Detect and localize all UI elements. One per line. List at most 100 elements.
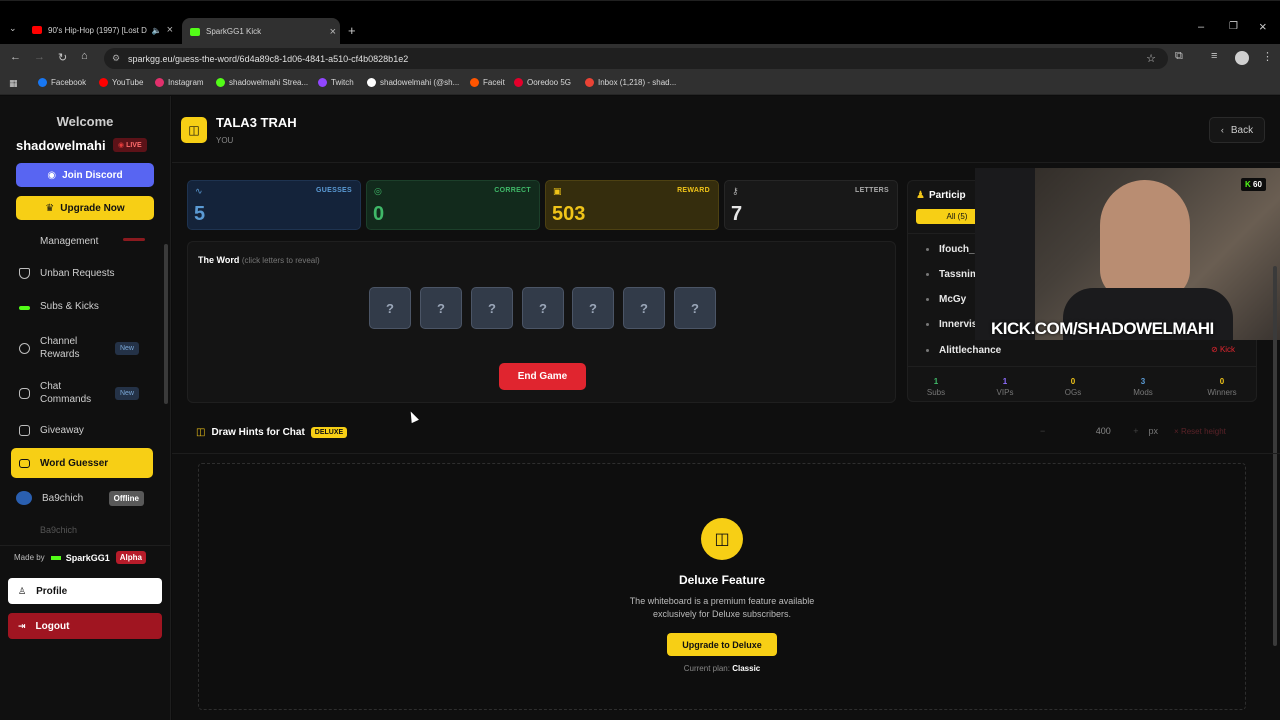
- kick-icon: K: [1245, 180, 1253, 189]
- bookmark-ooredoo[interactable]: Ooredoo 5G: [514, 78, 571, 87]
- sidebar-item-ba9chich-2[interactable]: Ba9chich: [40, 525, 77, 535]
- summary-count: 3: [1140, 377, 1146, 386]
- participant-item[interactable]: McGy: [926, 294, 966, 305]
- participant-item[interactable]: Tassnim: [926, 269, 979, 280]
- stat-correct: ◎ CORRECT 0: [366, 180, 540, 230]
- letter-tile[interactable]: ?: [674, 287, 716, 329]
- upgrade-now-label: Upgrade Now: [60, 202, 125, 214]
- new-badge: New: [114, 386, 139, 400]
- address-bar: ← → ↻ ⌂ ⚙ sparkgg.eu/guess-the-word/6d4a…: [0, 44, 1280, 73]
- bookmark-star-icon[interactable]: ☆: [1146, 52, 1156, 65]
- height-input[interactable]: 400: [1073, 426, 1133, 436]
- extensions-icon[interactable]: ⧉: [1175, 50, 1183, 63]
- sidebar-item-label: Giveaway: [40, 425, 84, 436]
- media-icon[interactable]: ≡: [1211, 50, 1217, 62]
- participant-item[interactable]: Alittlechance: [926, 345, 1001, 356]
- participant-item[interactable]: Ifouch_: [926, 244, 975, 255]
- close-tab-icon[interactable]: ×: [330, 26, 336, 38]
- tab-sparkgg[interactable]: SparkGG1 Kick ×: [182, 18, 340, 45]
- sidebar-scrollbar[interactable]: [164, 244, 168, 404]
- url-field[interactable]: ⚙ sparkgg.eu/guess-the-word/6d4a89c8-1d0…: [104, 48, 1168, 69]
- sidebar-item-unban-requests[interactable]: Unban Requests: [19, 268, 153, 279]
- sidebar-item-management[interactable]: Management: [19, 236, 153, 247]
- upgrade-now-button[interactable]: ♛ Upgrade Now: [16, 196, 154, 220]
- gamepad-icon: [19, 458, 30, 468]
- bookmark-youtube[interactable]: YouTube: [99, 78, 143, 87]
- stat-value: 5: [194, 203, 206, 225]
- ban-icon: ⊘: [1211, 345, 1220, 354]
- logout-button[interactable]: ⇥ Logout: [8, 613, 162, 639]
- maximize-icon[interactable]: ❐: [1229, 21, 1238, 32]
- command-icon: [19, 387, 30, 399]
- close-tab-icon[interactable]: ×: [167, 24, 173, 36]
- webcam-person: [1100, 180, 1190, 300]
- activity-icon: ∿: [195, 186, 203, 196]
- join-discord-button[interactable]: ◉ Join Discord: [16, 163, 154, 187]
- profile-button[interactable]: ♙ Profile: [8, 578, 162, 604]
- back-button[interactable]: ‹ Back: [1209, 117, 1265, 143]
- reset-label: Reset height: [1180, 426, 1226, 436]
- letter-tile[interactable]: ?: [471, 287, 513, 329]
- sidebar-item-ba9chich[interactable]: Ba9chich Offline: [16, 490, 144, 506]
- stat-label: CORRECT: [494, 187, 531, 194]
- sidebar-item-chat-commands[interactable]: Chat Commands New: [19, 380, 147, 406]
- author-name[interactable]: SparkGG1: [66, 553, 110, 563]
- kick-participant-button[interactable]: ⊘ Kick: [1211, 345, 1235, 354]
- stat-value: 0: [373, 203, 385, 225]
- close-window-icon[interactable]: ×: [1259, 19, 1267, 34]
- letter-tile[interactable]: ?: [420, 287, 462, 329]
- check-circle-icon: ◎: [374, 186, 382, 196]
- bookmark-kick[interactable]: shadowelmahi Strea...: [216, 78, 308, 87]
- upgrade-to-deluxe-button[interactable]: Upgrade to Deluxe: [667, 633, 777, 656]
- gamepad-icon: ◫: [196, 427, 206, 438]
- deluxe-badge: DELUXE: [310, 427, 348, 438]
- new-tab-icon[interactable]: +: [348, 23, 356, 38]
- summary-vips: 1 VIPs: [985, 377, 1025, 397]
- sidebar-item-label: Chat Commands: [40, 381, 92, 405]
- bookmark-instagram[interactable]: Instagram: [155, 78, 204, 87]
- plus-icon[interactable]: +: [1133, 426, 1138, 436]
- minus-icon[interactable]: −: [1040, 426, 1045, 436]
- sidebar-item-giveaway[interactable]: Giveaway: [19, 425, 153, 436]
- badge-bar: [123, 238, 145, 241]
- sidebar-item-label: Subs & Kicks: [40, 301, 99, 312]
- participants-heading: ♟ Particip: [916, 190, 966, 201]
- reload-icon[interactable]: ↻: [58, 51, 67, 64]
- reset-height-button[interactable]: × Reset height: [1174, 427, 1226, 436]
- summary-winners: 0 Winners: [1202, 377, 1242, 397]
- back-arrow-icon[interactable]: ←: [10, 51, 21, 63]
- sidebar-item-channel-rewards[interactable]: Channel Rewards New: [19, 335, 147, 361]
- apps-icon[interactable]: ▦: [9, 78, 18, 89]
- letter-tile[interactable]: ?: [572, 287, 614, 329]
- end-game-button[interactable]: End Game: [499, 363, 586, 390]
- kick-icon: [190, 27, 200, 36]
- site-info-icon[interactable]: ⚙: [112, 53, 120, 64]
- bookmark-gmail[interactable]: Inbox (1,218) - shad...: [585, 78, 676, 87]
- letter-tile[interactable]: ?: [522, 287, 564, 329]
- home-icon[interactable]: ⌂: [81, 50, 88, 62]
- letter-tile[interactable]: ?: [623, 287, 665, 329]
- participant-item[interactable]: Innervis: [926, 319, 977, 330]
- sidebar-item-word-guesser[interactable]: Word Guesser: [11, 448, 153, 478]
- bookmark-faceit[interactable]: Faceit: [470, 78, 505, 87]
- sidebar-item-subs-kicks[interactable]: Subs & Kicks: [19, 301, 153, 312]
- audio-icon: 🔈: [151, 25, 162, 35]
- height-controls: − 400 + px × Reset height: [1040, 426, 1226, 436]
- menu-icon[interactable]: ⋮: [1262, 50, 1273, 63]
- tab-list-icon[interactable]: ⌄: [9, 23, 17, 34]
- close-icon: ×: [1174, 426, 1181, 436]
- bookmark-twitch[interactable]: Twitch: [318, 78, 354, 87]
- tab-music[interactable]: 90's Hip-Hop (1997) [Lost D 🔈 ×: [32, 20, 177, 40]
- deluxe-title: Deluxe Feature: [678, 573, 766, 587]
- profile-avatar-icon[interactable]: [1235, 51, 1249, 65]
- main-scrollbar[interactable]: [1273, 266, 1277, 646]
- chevron-left-icon: ‹: [1220, 125, 1224, 135]
- draw-hints-heading: ◫ Draw Hints for Chat DELUXE: [196, 427, 348, 438]
- bookmark-tiktok[interactable]: shadowelmahi (@sh...: [367, 78, 459, 87]
- offline-badge: Offline: [108, 490, 144, 506]
- bookmark-facebook[interactable]: Facebook: [38, 78, 86, 87]
- new-badge: New: [114, 341, 139, 355]
- letter-tile[interactable]: ?: [369, 287, 411, 329]
- forward-arrow-icon[interactable]: →: [34, 51, 45, 63]
- minimize-icon[interactable]: –: [1198, 21, 1204, 33]
